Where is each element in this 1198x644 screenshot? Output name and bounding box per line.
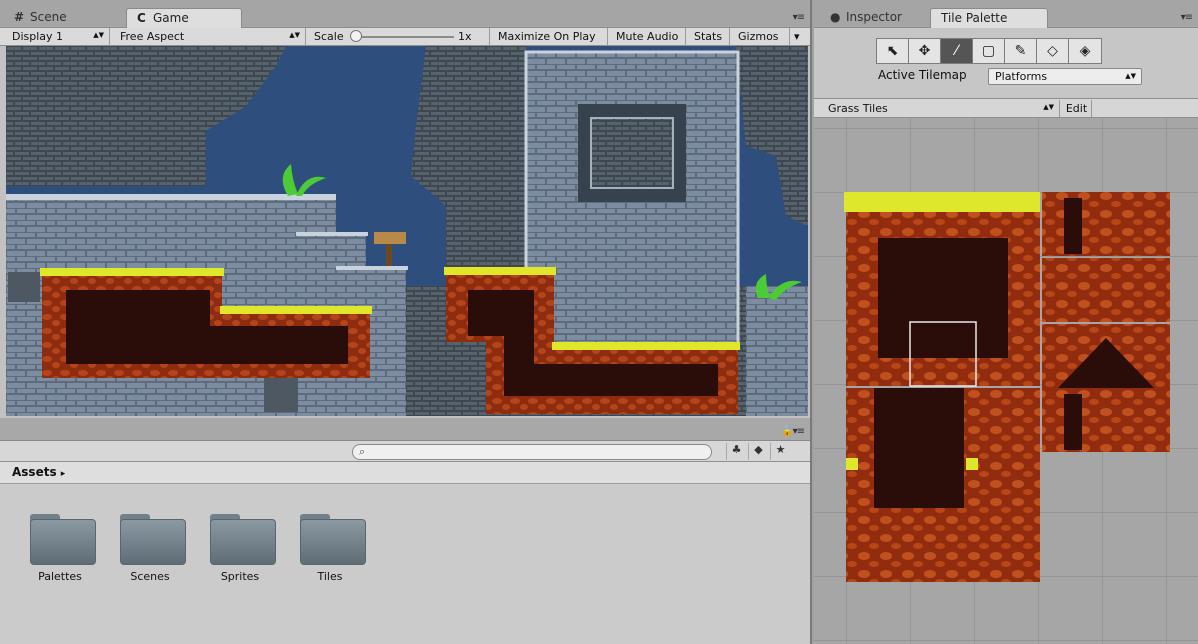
palette-bar: Grass Tiles ▲▼ Edit	[814, 98, 1198, 118]
search-icon: ⌕	[359, 445, 366, 458]
right-tab-bar: ● Inspector Tile Palette ▾≡	[814, 0, 1198, 28]
tab-inspector-label: Inspector	[846, 10, 902, 24]
select-icon[interactable]: ⬉	[876, 38, 909, 64]
lock-menu-icon[interactable]: 🔒▾≡	[781, 426, 805, 437]
scale-value: 1x	[458, 30, 472, 43]
filter-by-type-icon[interactable]: ♣	[726, 443, 746, 460]
tile-palette-panel: ● Inspector Tile Palette ▾≡ ⬉ ✥ ⁄ ▢ ✎ ◇ ◈…	[814, 0, 1198, 644]
favorite-star-icon[interactable]: ★	[770, 443, 790, 460]
folder-icon	[30, 514, 96, 565]
picker-icon[interactable]: ✎	[1004, 38, 1037, 64]
active-tilemap-dropdown[interactable]: Platforms ▲▼	[988, 68, 1142, 85]
panel-menu-icon[interactable]: ▾≡	[793, 12, 805, 23]
palette-grid[interactable]	[814, 118, 1198, 644]
folder-label: Sprites	[220, 570, 260, 583]
folder-sprites[interactable]: Sprites	[200, 508, 280, 598]
maximize-on-play-toggle[interactable]: Maximize On Play	[492, 28, 608, 46]
project-panel-header: 🔒▾≡	[0, 418, 810, 440]
game-panel: # Scene C Game ▾≡ Display 1 ▲▼ Free Aspect…	[0, 0, 812, 644]
move-icon[interactable]: ✥	[908, 38, 941, 64]
search-input[interactable]: ⌕	[352, 444, 712, 460]
assets-grid: Palettes Scenes Sprites Tiles	[0, 484, 810, 644]
box-fill-icon[interactable]: ▢	[972, 38, 1005, 64]
filter-by-label-icon[interactable]: ◆	[748, 443, 768, 460]
palette-name: Grass Tiles	[828, 102, 888, 115]
folder-icon	[120, 514, 186, 565]
scene-grid-icon: #	[14, 10, 25, 24]
gizmos-dropdown[interactable]: Gizmos	[732, 28, 790, 46]
game-pacman-icon: C	[137, 11, 146, 25]
dropdown-arrow-icon: ▲▼	[289, 31, 300, 39]
panel-menu-icon[interactable]: ▾≡	[1181, 12, 1193, 23]
tab-scene[interactable]: # Scene	[4, 8, 77, 28]
display-dropdown[interactable]: Display 1 ▲▼	[6, 28, 110, 46]
edit-palette-button[interactable]: Edit	[1062, 100, 1092, 117]
aspect-dropdown[interactable]: Free Aspect ▲▼	[114, 28, 306, 46]
active-tilemap-value: Platforms	[995, 70, 1048, 83]
breadcrumb-arrow-icon: ▸	[60, 469, 66, 479]
scale-slider-track[interactable]	[354, 36, 454, 38]
folder-label: Scenes	[130, 570, 170, 583]
folder-icon	[300, 514, 366, 565]
display-dropdown-label: Display 1	[12, 30, 64, 43]
tab-scene-label: Scene	[30, 10, 67, 24]
dropdown-arrow-icon: ▲▼	[1125, 72, 1136, 80]
tab-game[interactable]: C Game	[126, 8, 242, 28]
stats-toggle[interactable]: Stats	[688, 28, 730, 46]
aspect-dropdown-label: Free Aspect	[120, 30, 185, 43]
tab-tile-palette[interactable]: Tile Palette	[930, 8, 1048, 28]
mute-audio-toggle[interactable]: Mute Audio	[610, 28, 686, 46]
dropdown-arrow-icon: ▲▼	[1043, 103, 1054, 111]
tab-tile-palette-label: Tile Palette	[941, 11, 1008, 25]
folder-icon	[210, 514, 276, 565]
tab-game-label: Game	[153, 11, 189, 25]
folder-label: Palettes	[38, 570, 82, 583]
breadcrumb-assets[interactable]: Assets	[12, 465, 57, 479]
tab-inspector[interactable]: ● Inspector	[820, 8, 912, 28]
game-toolbar: Display 1 ▲▼ Free Aspect ▲▼ Scale 1x Max…	[0, 28, 810, 46]
scale-label: Scale	[314, 30, 344, 43]
folder-label: Tiles	[317, 570, 343, 583]
gizmos-arrow-icon[interactable]: ▾	[790, 28, 808, 46]
folder-palettes[interactable]: Palettes	[20, 508, 100, 598]
palette-dropdown[interactable]: Grass Tiles ▲▼	[818, 100, 1060, 117]
project-toolbar: ⌕ ♣ ◆ ★	[0, 440, 810, 462]
game-tab-bar: # Scene C Game ▾≡	[0, 0, 810, 28]
dropdown-arrow-icon: ▲▼	[93, 31, 104, 39]
active-tilemap-label: Active Tilemap	[878, 68, 967, 82]
folder-tiles[interactable]: Tiles	[290, 508, 370, 598]
scale-slider-knob[interactable]	[350, 30, 362, 42]
eraser-icon[interactable]: ◇	[1036, 38, 1069, 64]
paint-brush-icon[interactable]: ⁄	[940, 38, 973, 64]
info-icon: ●	[830, 10, 841, 24]
flood-fill-icon[interactable]: ◈	[1068, 38, 1102, 64]
breadcrumb: Assets ▸	[0, 462, 810, 484]
folder-scenes[interactable]: Scenes	[110, 508, 190, 598]
scale-control[interactable]: Scale 1x	[308, 28, 490, 46]
palette-tiles	[844, 192, 1170, 582]
game-viewport[interactable]	[6, 46, 808, 416]
game-scene	[6, 46, 808, 416]
